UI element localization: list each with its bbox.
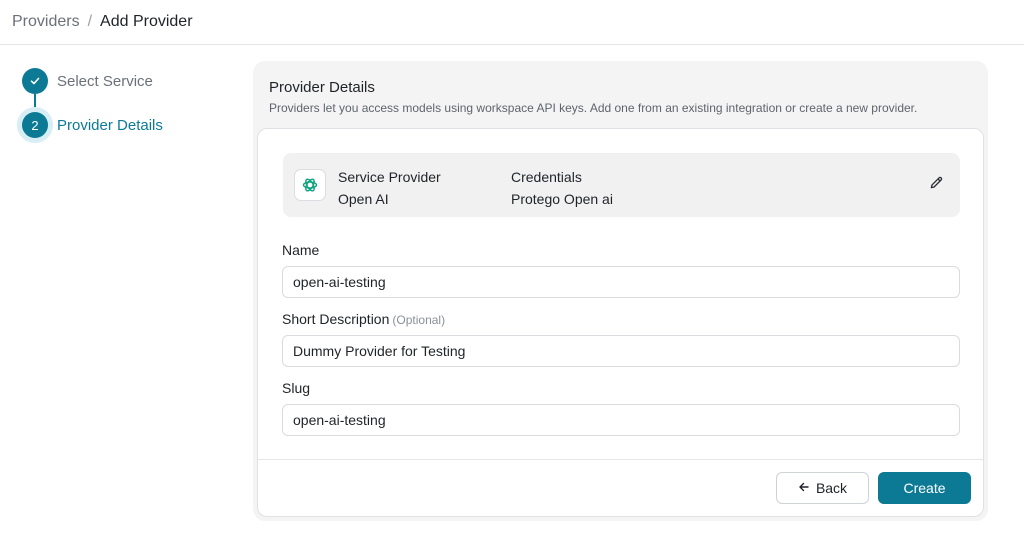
service-provider-value: Open AI (338, 191, 389, 207)
pencil-icon (929, 175, 944, 195)
step-number: 2 (22, 112, 48, 138)
panel-description: Providers let you access models using wo… (269, 101, 918, 115)
short-description-input[interactable] (282, 335, 960, 367)
step-label: Select Service (57, 72, 153, 90)
page-title: Add Provider (100, 13, 193, 30)
slug-input[interactable] (282, 404, 960, 436)
check-icon (22, 68, 48, 94)
footer-divider (258, 459, 983, 460)
breadcrumb-providers-link[interactable]: Providers (12, 13, 80, 31)
panel-title: Provider Details (269, 79, 375, 96)
arrow-left-icon (798, 480, 810, 496)
short-description-label-text: Short Description (282, 311, 390, 327)
breadcrumb: Providers / Add Provider (0, 0, 1024, 45)
step-select-service[interactable]: Select Service (22, 68, 153, 94)
optional-hint: (Optional) (392, 313, 446, 327)
provider-details-panel: Provider Details Providers let you acces… (253, 61, 988, 521)
create-button[interactable]: Create (878, 472, 971, 504)
back-button[interactable]: Back (776, 472, 869, 504)
stepper-connector (34, 94, 36, 114)
credentials-label: Credentials (511, 169, 582, 185)
provider-summary: Service Provider Open AI Credentials Pro… (283, 153, 960, 217)
provider-form-card: Service Provider Open AI Credentials Pro… (257, 128, 984, 517)
service-provider-info: Service Provider Open AI (338, 166, 441, 210)
credentials-value: Protego Open ai (511, 191, 613, 207)
service-provider-label: Service Provider (338, 169, 441, 185)
name-input[interactable] (282, 266, 960, 298)
name-label: Name (282, 242, 320, 258)
back-button-label: Back (815, 480, 848, 496)
create-button-label: Create (903, 480, 946, 496)
step-provider-details[interactable]: 2 Provider Details (22, 112, 163, 138)
credentials-info: Credentials Protego Open ai (511, 166, 613, 210)
breadcrumb-separator: / (87, 13, 93, 30)
slug-label: Slug (282, 380, 311, 396)
edit-provider-button[interactable] (926, 175, 946, 195)
openai-logo-icon (294, 169, 326, 201)
step-label: Provider Details (57, 116, 163, 134)
short-description-label: Short Description (Optional) (282, 311, 445, 327)
